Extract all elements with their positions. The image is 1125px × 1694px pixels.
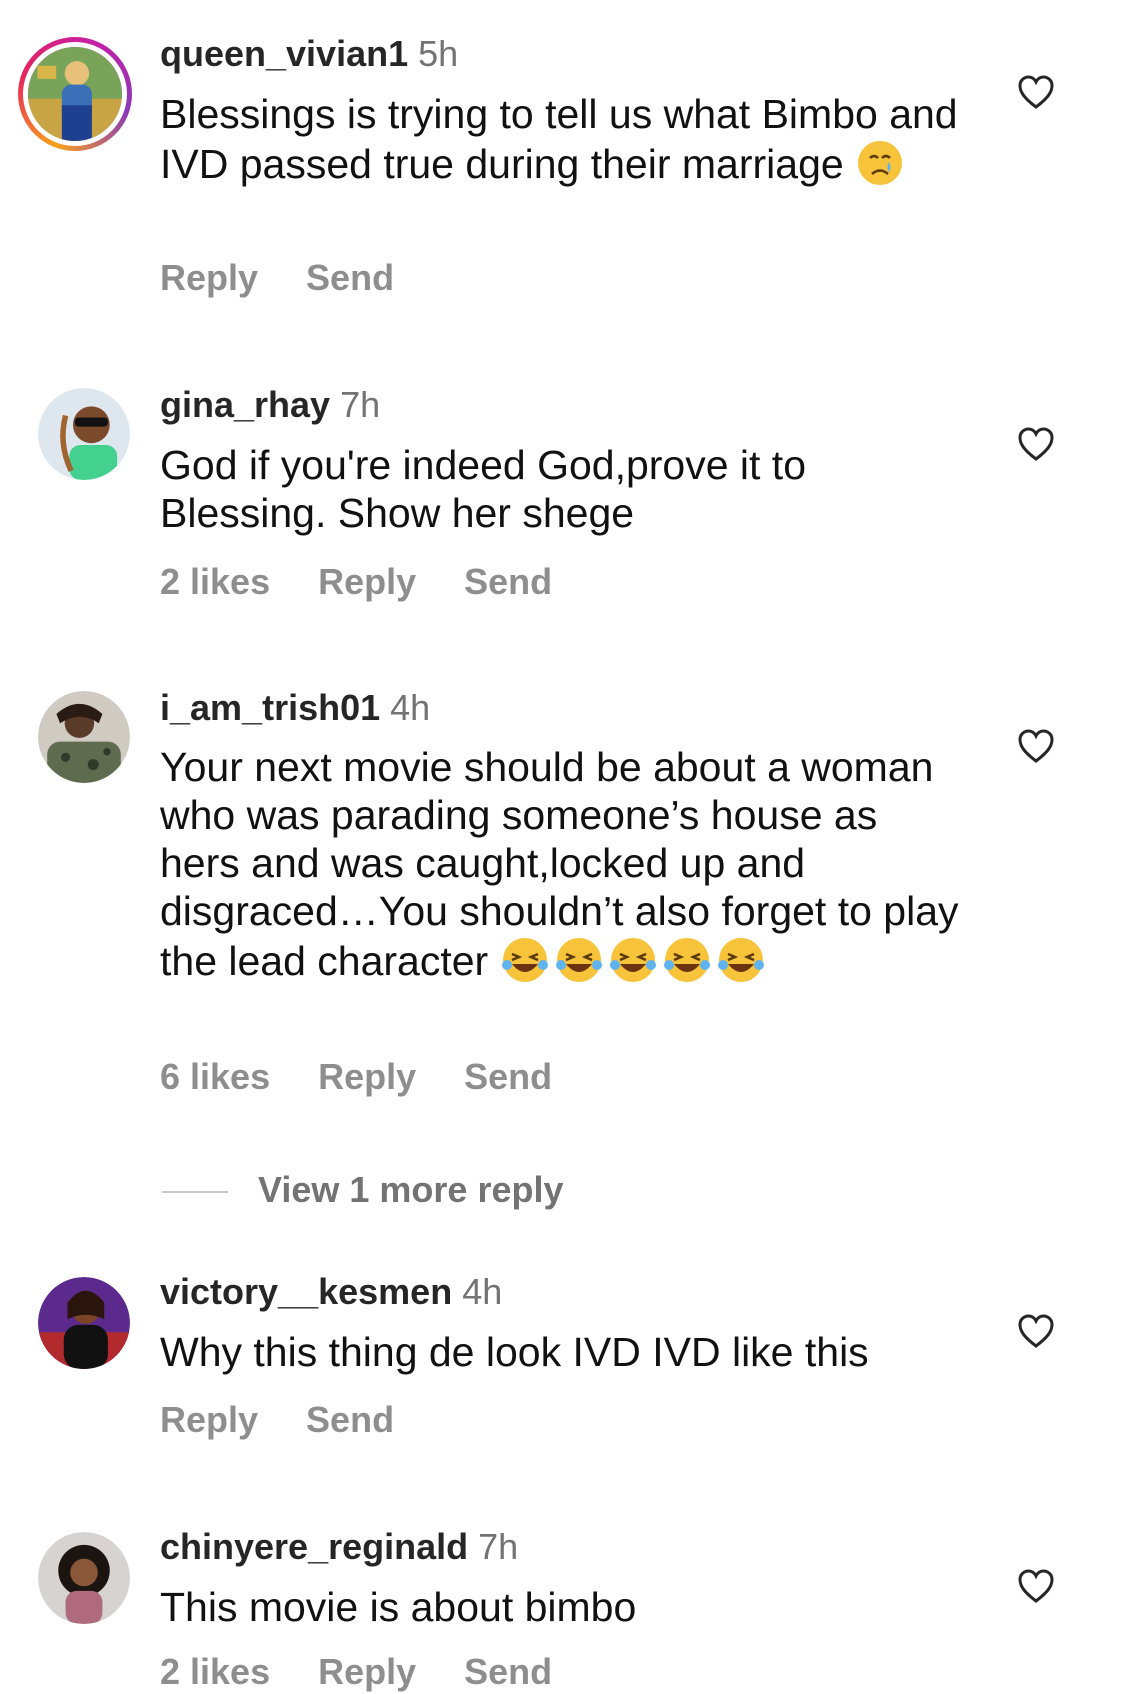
username[interactable]: victory__kesmen: [160, 1271, 452, 1312]
timestamp: 4h: [462, 1271, 503, 1312]
timestamp: 5h: [418, 33, 459, 74]
reply-button[interactable]: Reply: [160, 1399, 258, 1440]
comment-text: Your next movie should be about a woman …: [160, 743, 960, 985]
timestamp: 4h: [390, 687, 431, 728]
likes-count[interactable]: 6 likes: [160, 1056, 270, 1097]
likes-count[interactable]: 2 likes: [160, 561, 270, 602]
reply-button[interactable]: Reply: [318, 1651, 416, 1692]
avatar-image: [38, 691, 130, 783]
send-button[interactable]: Send: [464, 1651, 552, 1692]
reply-thread-divider: [162, 1191, 228, 1194]
username[interactable]: chinyere_reginald: [160, 1526, 468, 1567]
comment-text: This movie is about bimbo: [160, 1583, 960, 1631]
avatar-image: [38, 388, 130, 480]
comment-header: queen_vivian1 5h: [160, 32, 458, 76]
heart-outline-icon[interactable]: [1017, 1568, 1055, 1604]
username[interactable]: i_am_trish01: [160, 687, 380, 728]
comment-body: This movie is about bimbo: [160, 1584, 637, 1630]
username[interactable]: gina_rhay: [160, 384, 330, 425]
send-button[interactable]: Send: [464, 561, 552, 602]
likes-count[interactable]: 2 likes: [160, 1651, 270, 1692]
avatar-image: [38, 1277, 130, 1369]
comment-body: Why this thing de look IVD IVD like this: [160, 1329, 869, 1375]
comment-actions: 6 likes Reply Send: [160, 1055, 600, 1099]
comment-actions: 2 likes Reply Send: [160, 1650, 600, 1694]
comment-actions: 2 likes Reply Send: [160, 560, 600, 604]
heart-outline-icon[interactable]: [1017, 74, 1055, 110]
avatar-image: [28, 47, 122, 141]
comment-header: gina_rhay 7h: [160, 383, 380, 427]
comment-header: chinyere_reginald 7h: [160, 1525, 518, 1569]
reply-button[interactable]: Reply: [318, 561, 416, 602]
avatar[interactable]: [38, 388, 130, 480]
avatar[interactable]: [38, 1532, 130, 1624]
comment-text: God if you're indeed God,prove it to Ble…: [160, 441, 960, 537]
timestamp: 7h: [340, 384, 381, 425]
send-button[interactable]: Send: [464, 1056, 552, 1097]
heart-outline-icon[interactable]: [1017, 1313, 1055, 1349]
username[interactable]: queen_vivian1: [160, 33, 408, 74]
comment-text: Blessings is trying to tell us what Bimb…: [160, 90, 960, 188]
comment-actions: Reply Send: [160, 1398, 442, 1442]
reply-button[interactable]: Reply: [318, 1056, 416, 1097]
avatar-image: [38, 1532, 130, 1624]
comment-body: God if you're indeed God,prove it to Ble…: [160, 442, 806, 536]
laughing-emoji-group: [500, 938, 770, 984]
view-more-replies-button[interactable]: View 1 more reply: [162, 1168, 564, 1212]
send-button[interactable]: Send: [306, 1399, 394, 1440]
reply-button[interactable]: Reply: [160, 257, 258, 298]
send-button[interactable]: Send: [306, 257, 394, 298]
comment-header: i_am_trish01 4h: [160, 686, 430, 730]
avatar[interactable]: [38, 1277, 130, 1369]
comment-text: Why this thing de look IVD IVD like this: [160, 1328, 960, 1376]
comment-actions: Reply Send: [160, 256, 442, 300]
avatar[interactable]: [18, 37, 132, 151]
avatar[interactable]: [38, 691, 130, 783]
heart-outline-icon[interactable]: [1017, 728, 1055, 764]
timestamp: 7h: [478, 1526, 519, 1567]
view-more-replies-label[interactable]: View 1 more reply: [258, 1169, 564, 1210]
comment-header: victory__kesmen 4h: [160, 1270, 502, 1314]
comment-body: Blessings is trying to tell us what Bimb…: [160, 91, 958, 187]
crying-face-emoji: [855, 141, 909, 187]
heart-outline-icon[interactable]: [1017, 426, 1055, 462]
